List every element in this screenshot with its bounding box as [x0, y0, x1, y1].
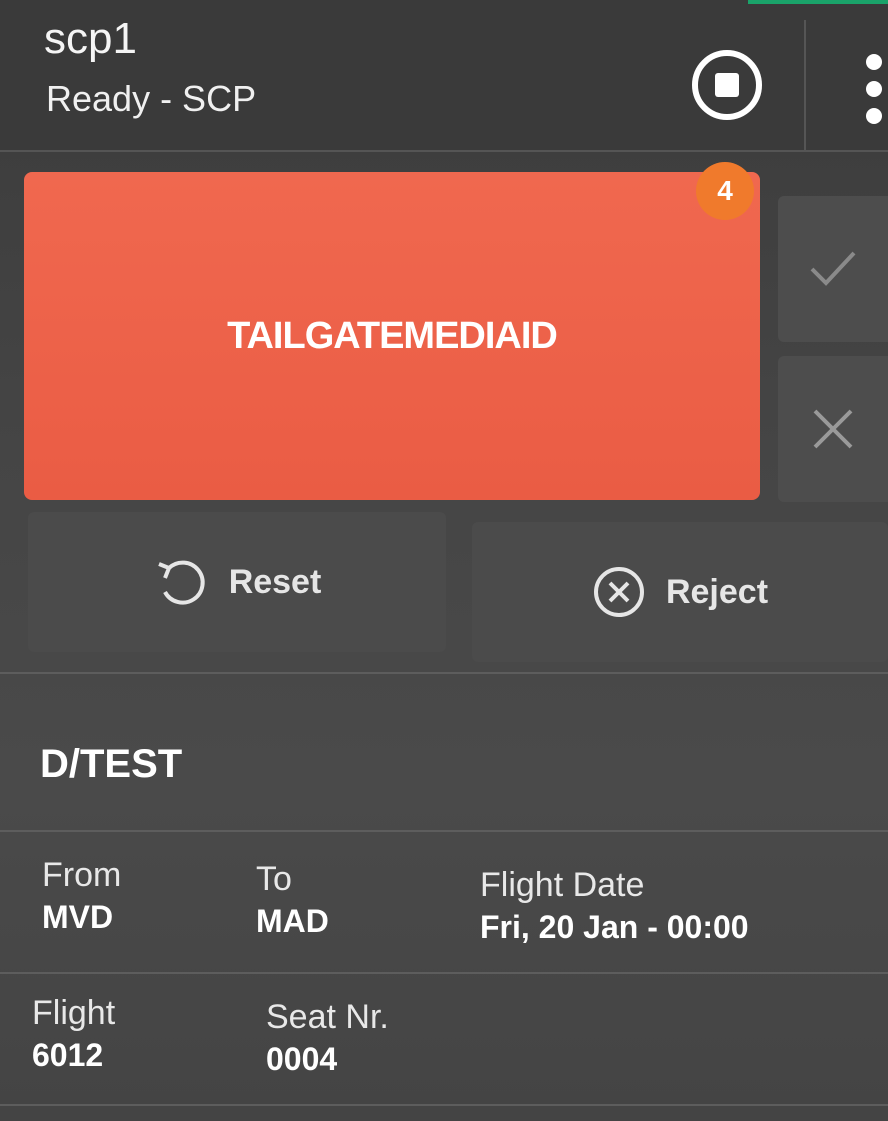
to-label: To — [256, 860, 292, 898]
reject-label: Reject — [665, 572, 769, 611]
divider — [0, 972, 888, 974]
divider — [0, 830, 888, 832]
alert-text: TAILGATEMEDIAID — [227, 314, 558, 357]
flight-field: Flight 6012 — [32, 994, 115, 1074]
from-field: From MVD — [42, 856, 121, 936]
seat-label: Seat Nr. — [266, 998, 389, 1036]
header: scp1 Ready - SCP — [0, 0, 888, 152]
to-field: To MAD — [256, 860, 329, 940]
seat-field: Seat Nr. 0004 — [266, 998, 389, 1078]
reject-circle-x-icon — [593, 567, 644, 617]
flight-value: 6012 — [32, 1037, 104, 1073]
dismiss-button[interactable] — [778, 356, 888, 502]
flight-date-value: Fri, 20 Jan - 00:00 — [480, 909, 749, 945]
accept-button[interactable] — [778, 196, 888, 342]
divider — [0, 1104, 888, 1106]
alert-card[interactable]: TAILGATEMEDIAID — [24, 172, 760, 500]
flight-date-field: Flight Date Fri, 20 Jan - 00:00 — [480, 866, 749, 946]
reset-label: Reset — [228, 562, 322, 601]
reset-icon — [157, 560, 205, 605]
flight-label: Flight — [32, 994, 116, 1032]
seat-value: 0004 — [266, 1041, 338, 1077]
screen: scp1 Ready - SCP TAILGATEMEDIAID 4 Reset — [0, 0, 888, 1121]
header-divider — [804, 20, 806, 150]
more-options-button[interactable] — [860, 54, 888, 124]
from-value: MVD — [42, 899, 114, 935]
from-label: From — [42, 856, 122, 894]
check-icon — [810, 251, 856, 286]
reject-button[interactable]: Reject — [472, 522, 888, 662]
stop-button[interactable] — [692, 50, 762, 120]
alert-count-badge: 4 — [696, 162, 754, 220]
stop-circle-icon — [715, 73, 739, 97]
more-vertical-icon — [866, 54, 882, 70]
reset-button[interactable]: Reset — [28, 512, 446, 652]
close-icon — [813, 409, 853, 449]
more-dot — [866, 81, 882, 97]
more-dot — [866, 108, 882, 124]
status-accent-bar — [748, 0, 888, 4]
to-value: MAD — [256, 903, 329, 939]
status-text: Ready - SCP — [46, 78, 257, 119]
flight-date-label: Flight Date — [480, 866, 645, 904]
divider — [0, 672, 888, 674]
passenger-name: D/TEST — [40, 742, 183, 786]
page-title: scp1 — [44, 14, 137, 63]
